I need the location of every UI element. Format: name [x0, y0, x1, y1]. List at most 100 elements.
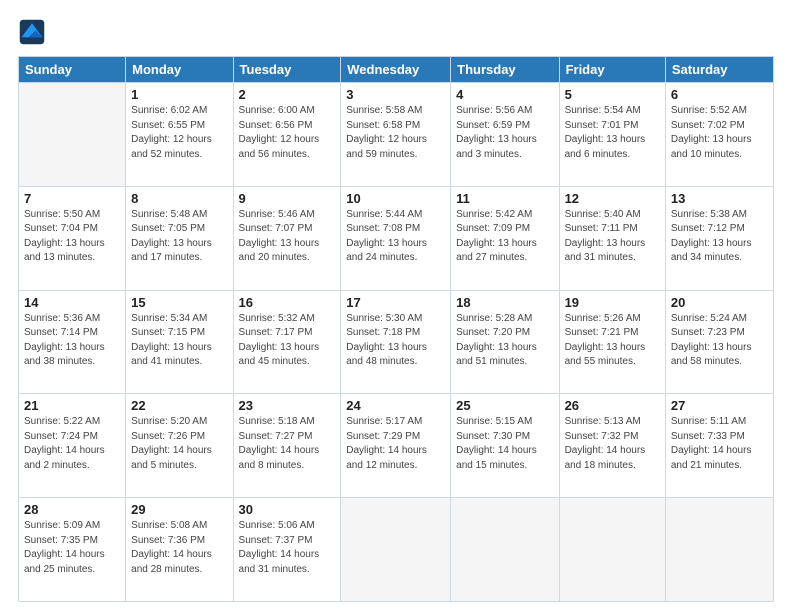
day-info: Sunrise: 5:34 AMSunset: 7:15 PMDaylight:… — [131, 312, 227, 370]
sunset-label: Sunset: 7:27 PM — [239, 431, 313, 442]
day-info: Sunrise: 5:26 AMSunset: 7:21 PMDaylight:… — [565, 312, 660, 370]
weekday-thursday: Thursday — [451, 57, 559, 83]
day-info: Sunrise: 5:40 AM Sunset: 7:11 PM Daylight:… — [565, 208, 660, 266]
sunset-label: Sunset: 7:36 PM — [131, 535, 205, 546]
sunrise-label: Sunrise: 5:09 AM — [24, 520, 100, 531]
day-info: Sunrise: 5:11 AMSunset: 7:33 PMDaylight:… — [671, 415, 768, 473]
sunset-label: Sunset: 7:37 PM — [239, 535, 313, 546]
day-cell: 22 Sunrise: 5:20 AMSunset: 7:26 PMDayligh… — [126, 394, 233, 498]
sunset-label: Sunset: 7:15 PM — [131, 327, 205, 338]
daylight-label: Daylight: 14 hours and 18 minutes. — [565, 445, 646, 471]
day-cell: 2 Sunrise: 6:00 AMSunset: 6:56 PMDaylight… — [233, 83, 341, 187]
day-cell: 9Sunrise: 5:46 AMSunset: 7:07 PMDaylight… — [233, 186, 341, 290]
sunrise-label: Sunrise: 6:00 AM — [239, 105, 315, 116]
day-info: Sunrise: 5:08 AMSunset: 7:36 PMDaylight:… — [131, 519, 227, 577]
day-cell: 17Sunrise: 5:30 AMSunset: 7:18 PMDayligh… — [341, 290, 451, 394]
daylight-label: Daylight: 14 hours and 28 minutes. — [131, 549, 212, 575]
day-cell: 26Sunrise: 5:13 AMSunset: 7:32 PMDayligh… — [559, 394, 665, 498]
weekday-monday: Monday — [126, 57, 233, 83]
sunset-label: Sunset: 7:08 PM — [346, 223, 420, 234]
day-cell: 3Sunrise: 5:58 AMSunset: 6:58 PMDaylight… — [341, 83, 451, 187]
daylight-label: Daylight: 14 hours and 2 minutes. — [24, 445, 105, 471]
daylight-label: Daylight: 12 hours and 59 minutes. — [346, 134, 427, 160]
sunset-label: Sunset: 7:32 PM — [565, 431, 639, 442]
day-info: Sunrise: 5:54 AMSunset: 7:01 PMDaylight:… — [565, 104, 660, 162]
day-number: 19 — [565, 295, 660, 310]
day-info: Sunrise: 6:00 AMSunset: 6:56 PMDaylight:… — [239, 104, 336, 162]
sunrise-label: Sunrise: 5:13 AM — [565, 416, 641, 427]
day-info: Sunrise: 5:24 AMSunset: 7:23 PMDaylight:… — [671, 312, 768, 370]
sunrise-label: Sunrise: 5:22 AM — [24, 416, 100, 427]
day-number: 25 — [456, 398, 553, 413]
sunrise-label: Sunrise: 5:44 AM — [346, 209, 422, 220]
sunrise-label: Sunrise: 5:40 AM — [565, 209, 641, 220]
day-number: 6 — [671, 87, 768, 102]
sunrise-label: Sunrise: 5:18 AM — [239, 416, 315, 427]
day-number: 3 — [346, 87, 445, 102]
day-cell: 15Sunrise: 5:34 AMSunset: 7:15 PMDayligh… — [126, 290, 233, 394]
day-info: Sunrise: 5:52 AMSunset: 7:02 PMDaylight:… — [671, 104, 768, 162]
day-cell: 13 Sunrise: 5:38 AMSunset: 7:12 PMDayligh… — [665, 186, 773, 290]
day-info: Sunrise: 5:22 AMSunset: 7:24 PMDaylight:… — [24, 415, 120, 473]
day-info: Sunrise: 5:20 AMSunset: 7:26 PMDaylight:… — [131, 415, 227, 473]
daylight-label: Daylight: 13 hours and 45 minutes. — [239, 342, 320, 368]
calendar-header: SundayMondayTuesdayWednesdayThursdayFrid… — [19, 57, 774, 83]
week-row-2: 7Sunrise: 5:50 AMSunset: 7:04 PMDaylight… — [19, 186, 774, 290]
daylight-label: Daylight: 14 hours and 21 minutes. — [671, 445, 752, 471]
day-info: Sunrise: 5:18 AMSunset: 7:27 PMDaylight:… — [239, 415, 336, 473]
sunset-label: Sunset: 7:29 PM — [346, 431, 420, 442]
daylight-label: Daylight: 12 hours and 52 minutes. — [131, 134, 212, 160]
day-number: 8 — [131, 191, 227, 206]
day-number: 23 — [239, 398, 336, 413]
logo-icon — [18, 18, 46, 46]
daylight-label: Daylight: 13 hours and 20 minutes. — [239, 238, 320, 264]
day-info: Sunrise: 5:06 AMSunset: 7:37 PMDaylight:… — [239, 519, 336, 577]
daylight-label: Daylight: 13 hours and 51 minutes. — [456, 342, 537, 368]
daylight-label: Daylight: 14 hours and 31 minutes. — [239, 549, 320, 575]
day-cell: 25Sunrise: 5:15 AMSunset: 7:30 PMDayligh… — [451, 394, 559, 498]
day-number: 13 — [671, 191, 768, 206]
day-info: Sunrise: 5:13 AM Sunset: 7:32 PM Daylight:… — [565, 415, 660, 473]
logo — [18, 18, 50, 46]
day-info: Sunrise: 6:02 AMSunset: 6:55 PMDaylight:… — [131, 104, 227, 162]
weekday-sunday: Sunday — [19, 57, 126, 83]
daylight-label: Daylight: 14 hours and 25 minutes. — [24, 549, 105, 575]
daylight-label: Daylight: 14 hours and 12 minutes. — [346, 445, 427, 471]
calendar-body: 1Sunrise: 6:02 AMSunset: 6:55 PMDaylight… — [19, 83, 774, 602]
weekday-wednesday: Wednesday — [341, 57, 451, 83]
day-cell: 27Sunrise: 5:11 AMSunset: 7:33 PMDayligh… — [665, 394, 773, 498]
week-row-4: 21Sunrise: 5:22 AMSunset: 7:24 PMDayligh… — [19, 394, 774, 498]
day-cell — [559, 498, 665, 602]
weekday-tuesday: Tuesday — [233, 57, 341, 83]
daylight-label: Daylight: 13 hours and 13 minutes. — [24, 238, 105, 264]
week-row-3: 14Sunrise: 5:36 AMSunset: 7:14 PMDayligh… — [19, 290, 774, 394]
calendar: SundayMondayTuesdayWednesdayThursdayFrid… — [18, 56, 774, 602]
day-cell: 24Sunrise: 5:17 AMSunset: 7:29 PMDayligh… — [341, 394, 451, 498]
sunrise-label: Sunrise: 5:24 AM — [671, 313, 747, 324]
day-cell: 1Sunrise: 6:02 AMSunset: 6:55 PMDaylight… — [126, 83, 233, 187]
sunset-label: Sunset: 7:04 PM — [24, 223, 98, 234]
sunset-label: Sunset: 7:11 PM — [565, 223, 638, 234]
sunrise-label: Sunrise: 5:50 AM — [24, 209, 100, 220]
day-cell: 20Sunrise: 5:24 AMSunset: 7:23 PMDayligh… — [665, 290, 773, 394]
day-number: 17 — [346, 295, 445, 310]
day-number: 14 — [24, 295, 120, 310]
day-number: 12 — [565, 191, 660, 206]
day-info: Sunrise: 5:28 AMSunset: 7:20 PMDaylight:… — [456, 312, 553, 370]
day-info: Sunrise: 5:50 AM Sunset: 7:04 PM Daylight:… — [24, 208, 120, 266]
day-cell: 18Sunrise: 5:28 AMSunset: 7:20 PMDayligh… — [451, 290, 559, 394]
weekday-friday: Friday — [559, 57, 665, 83]
day-number: 28 — [24, 502, 120, 517]
daylight-label: Daylight: 13 hours and 31 minutes. — [565, 238, 646, 264]
day-info: Sunrise: 5:38 AMSunset: 7:12 PMDaylight:… — [671, 208, 768, 266]
day-number: 2 — [239, 87, 336, 102]
sunrise-label: Sunrise: 5:26 AM — [565, 313, 641, 324]
day-number: 22 — [131, 398, 227, 413]
day-cell: 11Sunrise: 5:42 AMSunset: 7:09 PMDayligh… — [451, 186, 559, 290]
day-cell: 28Sunrise: 5:09 AMSunset: 7:35 PMDayligh… — [19, 498, 126, 602]
sunset-label: Sunset: 6:55 PM — [131, 120, 205, 131]
daylight-label: Daylight: 12 hours and 56 minutes. — [239, 134, 320, 160]
day-cell: 29Sunrise: 5:08 AMSunset: 7:36 PMDayligh… — [126, 498, 233, 602]
sunset-label: Sunset: 7:14 PM — [24, 327, 98, 338]
day-info: Sunrise: 5:17 AMSunset: 7:29 PMDaylight:… — [346, 415, 445, 473]
